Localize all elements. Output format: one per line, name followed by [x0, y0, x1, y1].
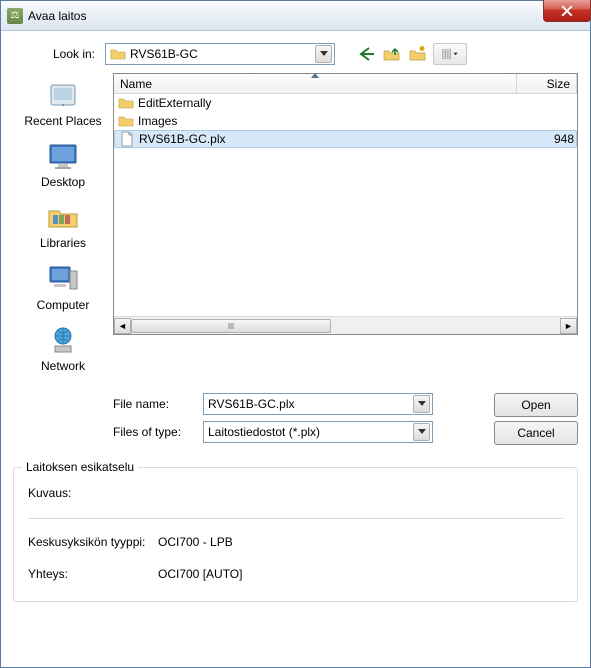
app-icon: ⚖ [7, 8, 23, 24]
place-desktop[interactable]: Desktop [20, 136, 106, 191]
network-icon [45, 322, 81, 358]
list-item-folder[interactable]: Images [114, 112, 577, 130]
folder-icon [118, 113, 134, 129]
open-button[interactable]: Open [494, 393, 578, 417]
new-folder-icon [409, 45, 427, 63]
file-name: RVS61B-GC.plx [139, 132, 524, 146]
lookin-value: RVS61B-GC [130, 47, 315, 61]
scroll-thumb[interactable] [131, 319, 331, 333]
folder-icon [118, 95, 134, 111]
up-one-level-button[interactable] [381, 43, 403, 65]
libraries-icon [45, 199, 81, 235]
file-list[interactable]: Name Size EditExternally Images RVS61B-G… [113, 73, 578, 335]
view-menu-button[interactable] [433, 43, 467, 65]
cancel-button[interactable]: Cancel [494, 421, 578, 445]
computer-icon [45, 261, 81, 297]
column-size[interactable]: Size [517, 74, 577, 93]
list-item-folder[interactable]: EditExternally [114, 94, 577, 112]
scroll-track[interactable] [131, 318, 560, 334]
folder-up-icon [383, 45, 401, 63]
list-item-file-selected[interactable]: RVS61B-GC.plx 948 [114, 130, 577, 148]
places-bar: Recent Places Desktop Libraries Computer [13, 73, 113, 381]
connection-label: Yhteys: [28, 567, 158, 581]
close-button[interactable] [543, 0, 591, 22]
main-row: Recent Places Desktop Libraries Computer [13, 73, 578, 381]
new-folder-button[interactable] [407, 43, 429, 65]
preview-legend: Laitoksen esikatselu [22, 460, 138, 474]
place-label: Libraries [20, 237, 106, 250]
place-libraries[interactable]: Libraries [20, 197, 106, 252]
lookin-label: Look in: [13, 47, 105, 61]
file-list-header: Name Size [114, 74, 577, 94]
filename-value: RVS61B-GC.plx [208, 397, 413, 411]
chevron-down-icon[interactable] [413, 423, 430, 441]
view-icon [441, 45, 459, 63]
preview-groupbox: Laitoksen esikatselu Kuvaus: Keskusyksik… [13, 467, 578, 602]
close-icon [561, 5, 573, 17]
cpu-type-label: Keskusyksikön tyyppi: [28, 535, 158, 549]
filetype-combo[interactable]: Laitostiedostot (*.plx) [203, 421, 433, 443]
place-label: Computer [20, 299, 106, 312]
filetype-label: Files of type: [113, 425, 203, 439]
file-icon [119, 131, 135, 147]
sort-ascending-icon [311, 73, 319, 78]
nav-toolbar [355, 43, 467, 65]
place-recent[interactable]: Recent Places [20, 75, 106, 130]
desktop-icon [45, 138, 81, 174]
chevron-down-icon[interactable] [413, 395, 430, 413]
filetype-value: Laitostiedostot (*.plx) [208, 425, 413, 439]
horizontal-scrollbar[interactable]: ◄ ► [114, 316, 577, 334]
filename-combo[interactable]: RVS61B-GC.plx [203, 393, 433, 415]
separator [28, 518, 563, 519]
filename-label: File name: [113, 397, 203, 411]
grip-icon [227, 322, 235, 330]
kuvaus-label: Kuvaus: [28, 486, 158, 500]
window-title: Avaa laitos [28, 9, 86, 23]
dialog-body: Look in: RVS61B-GC [1, 31, 590, 612]
chevron-down-icon[interactable] [315, 45, 332, 63]
folder-icon [110, 46, 126, 62]
place-label: Recent Places [20, 115, 106, 128]
file-size: 948 [524, 132, 576, 146]
recent-places-icon [45, 77, 81, 113]
place-label: Network [20, 360, 106, 373]
scroll-right-button[interactable]: ► [560, 318, 577, 334]
cpu-type-value: OCI700 - LPB [158, 535, 233, 549]
place-computer[interactable]: Computer [20, 259, 106, 314]
titlebar: ⚖ Avaa laitos [1, 1, 590, 31]
scroll-left-button[interactable]: ◄ [114, 318, 131, 334]
arrow-left-icon [357, 45, 375, 63]
back-button[interactable] [355, 43, 377, 65]
bottom-fields: File name: RVS61B-GC.plx Files of type: … [13, 393, 578, 449]
place-network[interactable]: Network [20, 320, 106, 375]
column-name[interactable]: Name [114, 74, 517, 93]
file-name: Images [138, 114, 525, 128]
file-name: EditExternally [138, 96, 525, 110]
place-label: Desktop [20, 176, 106, 189]
lookin-row: Look in: RVS61B-GC [13, 43, 578, 65]
connection-value: OCI700 [AUTO] [158, 567, 242, 581]
lookin-combo[interactable]: RVS61B-GC [105, 43, 335, 65]
